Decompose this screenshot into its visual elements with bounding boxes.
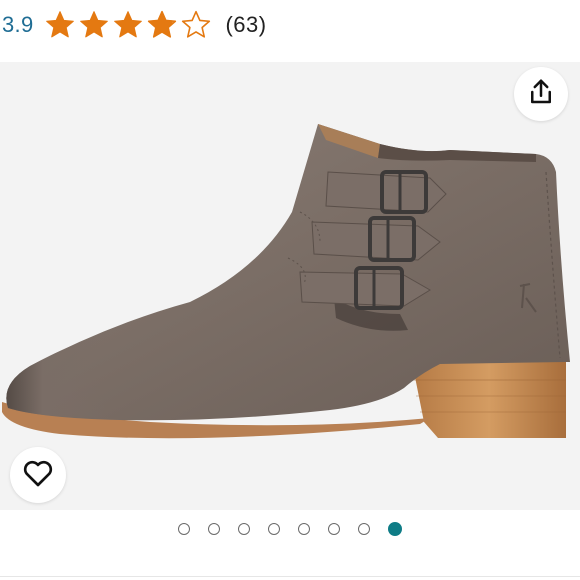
wishlist-button[interactable]	[10, 447, 66, 503]
star-icon	[43, 9, 77, 41]
share-icon	[526, 77, 556, 112]
pager-dot[interactable]	[358, 523, 370, 535]
pager-dot[interactable]	[268, 523, 280, 535]
ankle-boot-image	[0, 62, 580, 510]
heart-icon	[22, 458, 54, 493]
divider	[0, 576, 580, 577]
pager-dot[interactable]	[328, 523, 340, 535]
pager-dot-active[interactable]	[388, 522, 402, 536]
pager-dot[interactable]	[208, 523, 220, 535]
rating-bar[interactable]: 3.9 (63)	[0, 0, 580, 50]
pager-dot[interactable]	[238, 523, 250, 535]
star-icon	[145, 9, 179, 41]
star-icon	[111, 9, 145, 41]
pager-dot[interactable]	[298, 523, 310, 535]
star-rating[interactable]	[43, 9, 213, 41]
product-image-panel[interactable]	[0, 62, 580, 510]
rating-value: 3.9	[2, 12, 34, 37]
star-icon	[77, 9, 111, 41]
rating-count[interactable]: (63)	[225, 12, 266, 38]
pager-dot[interactable]	[178, 523, 190, 535]
star-empty-icon	[179, 9, 213, 41]
image-pager[interactable]	[0, 517, 580, 541]
share-button[interactable]	[514, 67, 568, 121]
